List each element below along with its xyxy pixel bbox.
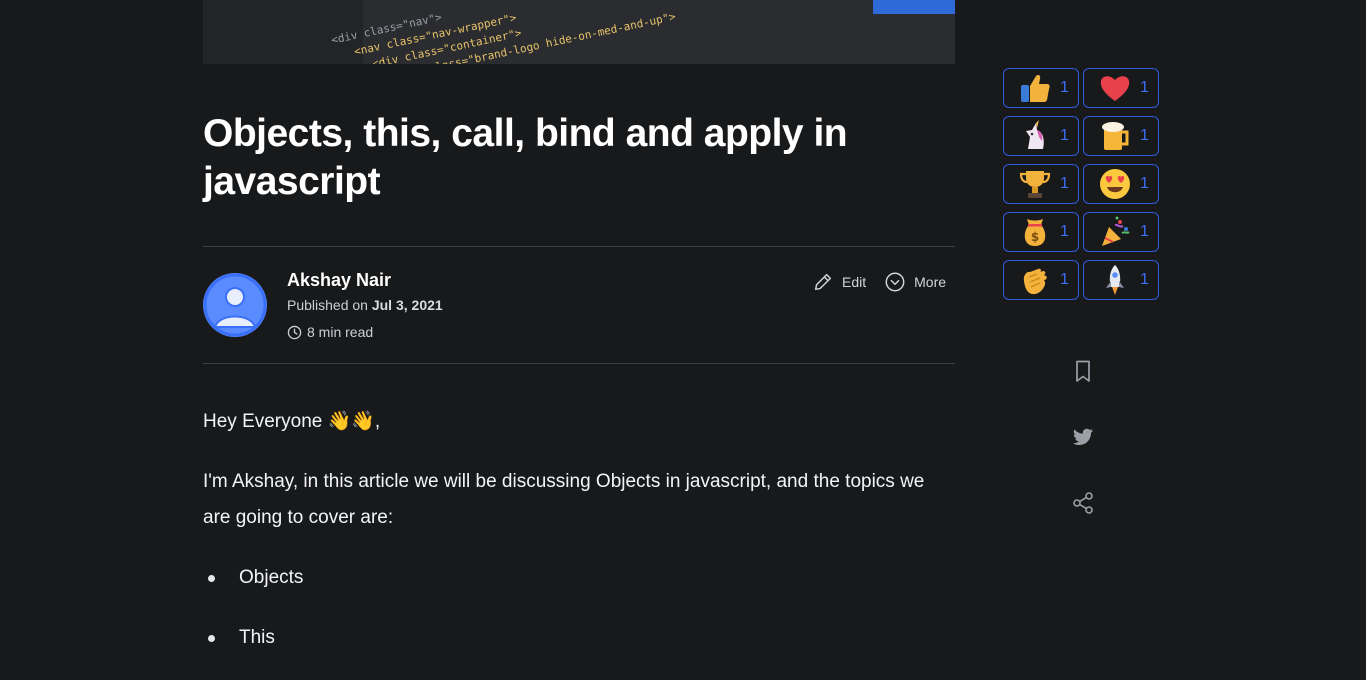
- article-actions: Edit More: [812, 271, 946, 293]
- bookmark-icon: [1076, 360, 1090, 382]
- reaction-beer[interactable]: 1: [1083, 116, 1159, 156]
- reaction-party-popper[interactable]: 1: [1083, 212, 1159, 252]
- reaction-heart-eyes[interactable]: 1: [1083, 164, 1159, 204]
- edit-label: Edit: [842, 274, 867, 290]
- more-button[interactable]: More: [884, 271, 946, 293]
- reaction-money-bag[interactable]: $ 1: [1003, 212, 1079, 252]
- reaction-count: 1: [1060, 175, 1069, 192]
- more-label: More: [914, 274, 947, 290]
- topics-list: Objects This: [203, 560, 955, 656]
- topic-item: This: [203, 620, 955, 656]
- trophy-icon: [1018, 167, 1052, 201]
- reaction-count: 1: [1140, 271, 1149, 288]
- twitter-icon: [1073, 428, 1093, 445]
- edit-button[interactable]: Edit: [812, 271, 866, 293]
- reaction-heart[interactable]: 1: [1083, 68, 1159, 108]
- reaction-thumbs-up[interactable]: 1: [1003, 68, 1079, 108]
- share-button[interactable]: [1071, 491, 1095, 515]
- author-avatar[interactable]: [203, 273, 267, 337]
- chevron-down-circle-icon: [885, 272, 905, 292]
- beer-icon: [1098, 119, 1132, 153]
- reaction-count: 1: [1140, 127, 1149, 144]
- published-date: Published on Jul 3, 2021: [287, 297, 443, 313]
- intro-paragraph: I'm Akshay, in this article we will be d…: [203, 471, 925, 528]
- heart-eyes-icon: [1098, 167, 1132, 201]
- read-time: 8 min read: [287, 324, 373, 340]
- unicorn-icon: [1018, 119, 1052, 153]
- article-title: Objects, this, call, bind and apply in j…: [203, 112, 848, 203]
- reaction-count: 1: [1140, 79, 1149, 96]
- reaction-count: 1: [1060, 79, 1069, 96]
- read-time-label: 8 min read: [307, 324, 374, 340]
- reaction-trophy[interactable]: 1: [1003, 164, 1079, 204]
- reaction-clapping-hands[interactable]: 1: [1003, 260, 1079, 300]
- published-prefix: Published on: [287, 297, 368, 313]
- reaction-count: 1: [1060, 271, 1069, 288]
- heart-icon: [1098, 71, 1132, 105]
- divider-bottom: [203, 363, 955, 364]
- party-popper-icon: [1098, 215, 1132, 249]
- author-name[interactable]: Akshay Nair: [287, 270, 391, 291]
- published-date-value: Jul 3, 2021: [371, 297, 443, 313]
- thumbs-up-icon: [1018, 71, 1052, 105]
- topic-item: Objects: [203, 560, 955, 596]
- bookmark-button[interactable]: [1071, 359, 1095, 383]
- svg-text:$: $: [1031, 230, 1039, 244]
- reaction-count: 1: [1140, 223, 1149, 240]
- money-bag-icon: $: [1018, 215, 1052, 249]
- reaction-count: 1: [1060, 127, 1069, 144]
- avatar-person-icon: [203, 273, 267, 337]
- share-icon: [1073, 492, 1093, 514]
- cover-image: <div class="nav"> <nav class="nav-wrappe…: [203, 0, 955, 64]
- rocket-icon: [1098, 263, 1132, 297]
- clock-icon: [287, 325, 302, 339]
- clapping-hands-icon: [1018, 263, 1052, 297]
- reaction-count: 1: [1060, 223, 1069, 240]
- reaction-unicorn[interactable]: 1: [1003, 116, 1079, 156]
- article-body: Hey Everyone 👋👋, I'm Akshay, in this art…: [203, 404, 955, 680]
- reaction-count: 1: [1140, 175, 1149, 192]
- pencil-icon: [814, 273, 832, 291]
- reactions-panel: 1 1 1 1 1 1 $ 1 1 1 1: [1003, 68, 1159, 300]
- reaction-rocket[interactable]: 1: [1083, 260, 1159, 300]
- twitter-share-button[interactable]: [1071, 425, 1095, 449]
- divider-top: [203, 246, 955, 247]
- greeting-text: Hey Everyone 👋👋,: [203, 411, 381, 432]
- code-screenshot-graphic: <div class="nav"> <nav class="nav-wrappe…: [203, 0, 955, 64]
